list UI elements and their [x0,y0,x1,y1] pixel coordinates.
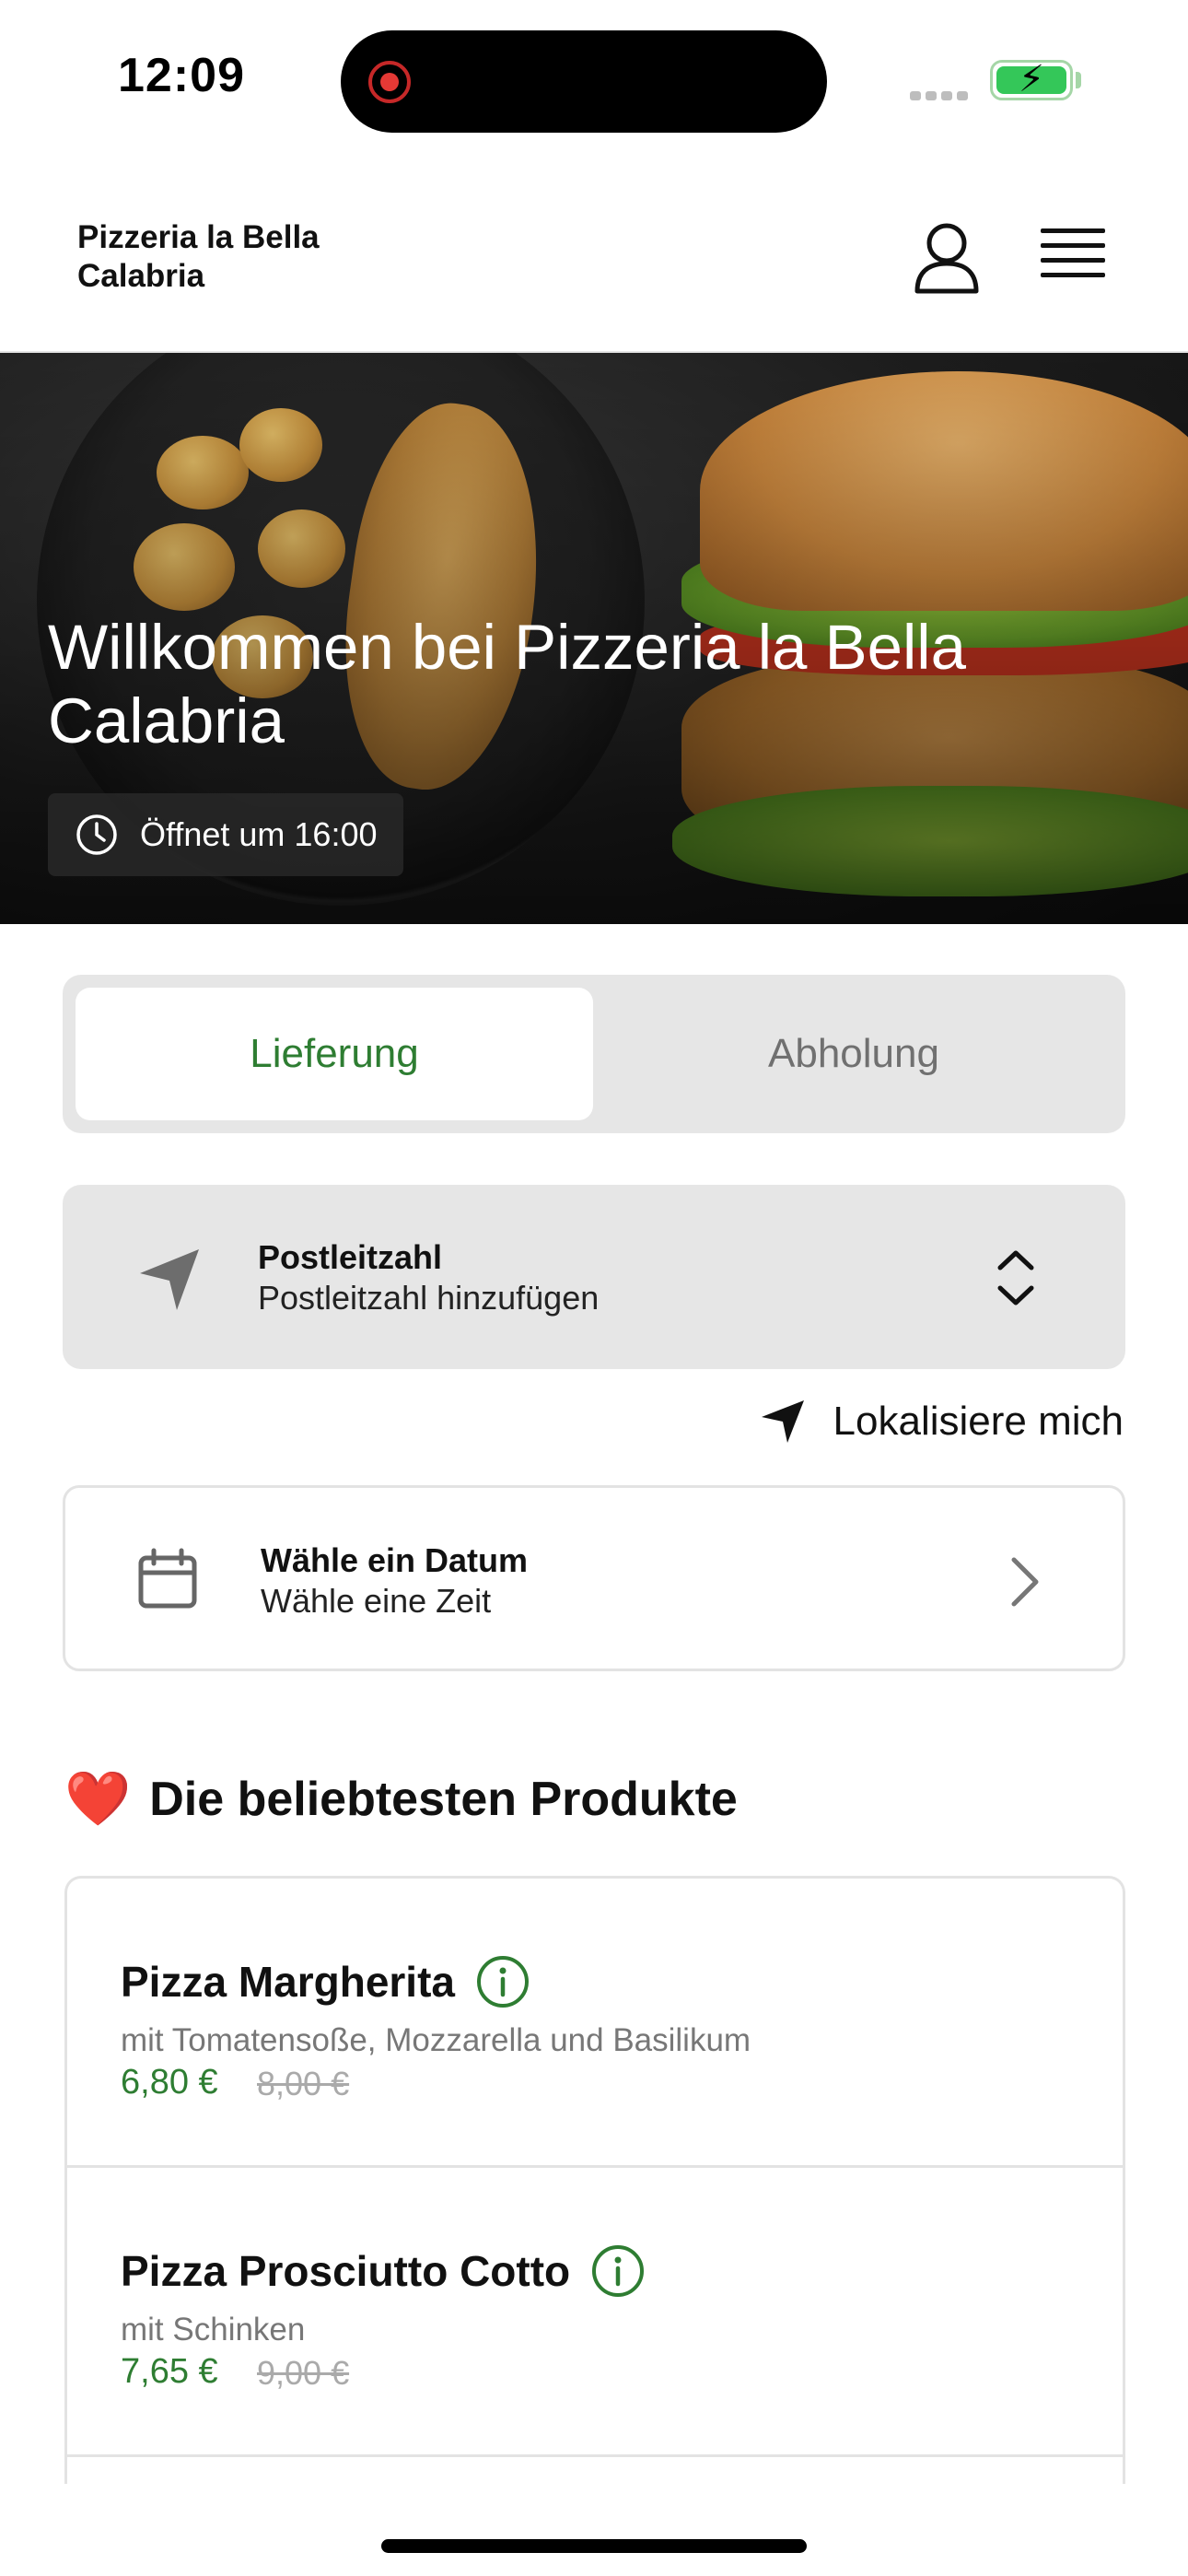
location-arrow-icon [761,1400,804,1443]
order-mode-toggle: Lieferung Abholung [63,975,1125,1133]
restaurant-name[interactable]: Pizzeria la Bella Calabria [77,218,409,296]
heart-icon: ❤️ [64,1767,132,1830]
locate-me-label: Lokalisiere mich [833,1399,1124,1444]
product-name-row: Pizza Margherita [121,1954,530,2009]
hero-title: Willkommen bei Pizzeria la Bella Calabri… [48,612,966,756]
chevron-right-icon [1011,1557,1039,1607]
calendar-icon [138,1548,197,1609]
product-description: mit Schinken [121,2312,306,2348]
dynamic-island [341,30,827,133]
opening-time: Öffnet um 16:00 [140,815,378,853]
product-item[interactable]: Pizza Margherita mit Tomatensoße, Mozzar… [67,1879,1123,2168]
updown-chevron-icon [997,1250,1034,1306]
tab-delivery[interactable]: Lieferung [76,988,593,1120]
postcode-selector[interactable]: Postleitzahl Postleitzahl hinzufügen [63,1185,1125,1369]
battery-icon: ⚡ [990,60,1073,100]
navigation-icon [140,1249,199,1310]
info-icon[interactable] [590,2243,646,2299]
date-label: Wähle ein Datum [261,1541,529,1579]
product-description: mit Tomatensoße, Mozzarella und Basiliku… [121,2022,751,2058]
info-icon[interactable] [475,1954,530,2009]
status-time: 12:09 [118,49,245,102]
product-old-price: 8,00 € [257,2065,350,2102]
product-name-row: Pizza Prosciutto Cotto [121,2243,646,2299]
popular-title-text: Die beliebtesten Produkte [149,1772,738,1826]
postcode-placeholder: Postleitzahl hinzufügen [258,1279,600,1317]
brand-line-1: Pizzeria la Bella [77,219,320,255]
user-icon[interactable] [912,221,982,295]
home-indicator[interactable] [381,2539,807,2553]
popular-section-title: ❤️ Die beliebtesten Produkte [64,1767,738,1831]
brand-line-2: Calabria [77,258,205,294]
product-old-price: 9,00 € [257,2354,350,2392]
product-name: Pizza Prosciutto Cotto [121,2247,571,2295]
hero-banner: Willkommen bei Pizzeria la Bella Calabri… [0,353,1188,924]
status-bar: 12:09 ⚡ [0,0,1188,157]
menu-icon[interactable] [1041,228,1105,284]
record-icon [368,61,411,103]
postcode-label: Postleitzahl [258,1238,443,1276]
product-name: Pizza Margherita [121,1958,455,2006]
app-header: Pizzeria la Bella Calabria [0,157,1188,353]
date-time-picker[interactable]: Wähle ein Datum Wähle eine Zeit [63,1485,1125,1671]
tab-pickup[interactable]: Abholung [595,988,1112,1120]
product-price: 6,80 € [121,2063,218,2102]
battery-tip [1076,72,1081,88]
time-label: Wähle eine Zeit [261,1582,492,1620]
product-item[interactable]: Pizza Prosciutto Cotto mit Schinken 7,65… [67,2168,1123,2457]
locate-me-button[interactable]: Lokalisiere mich [760,1399,1124,1445]
clock-icon [76,814,117,855]
opening-badge: Öffnet um 16:00 [48,793,403,876]
popular-products-list: Pizza Margherita mit Tomatensoße, Mozzar… [64,1876,1125,2484]
signal-icon [910,88,974,100]
product-price: 7,65 € [121,2352,218,2391]
